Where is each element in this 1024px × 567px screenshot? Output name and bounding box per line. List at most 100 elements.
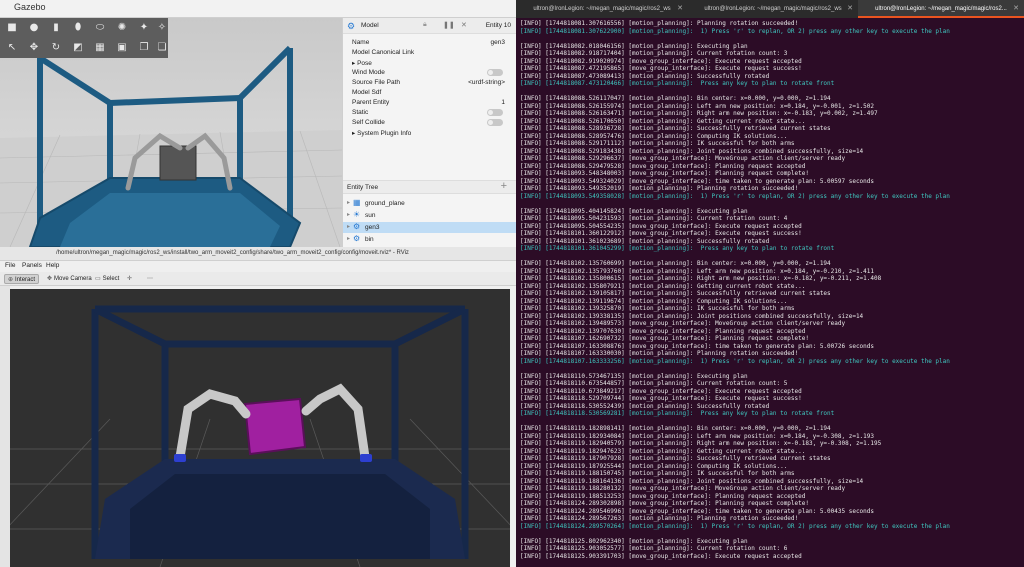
tool-move-camera[interactable]: ✥ Move Camera: [44, 274, 95, 284]
expand-arrow-icon[interactable]: ▸: [347, 211, 350, 218]
rviz-titlebar[interactable]: /home/ultron/megan_magic/magic/ros2_ws/i…: [0, 247, 516, 261]
inspector-row[interactable]: ▸ Pose: [343, 58, 516, 68]
model-icon: ⚙: [347, 21, 356, 31]
rviz-bin: [243, 397, 307, 456]
point-light-icon[interactable]: ✦: [138, 22, 150, 34]
screenshot-icon[interactable]: ▣: [116, 42, 128, 54]
gazebo-title: Gazebo: [14, 2, 46, 12]
toggle-switch[interactable]: [487, 109, 503, 116]
menu-file[interactable]: File: [5, 262, 15, 269]
terminal-tab-1[interactable]: ultron@IronLegion: ~/megan_magic/magic/r…: [516, 0, 688, 18]
inspector-row-value: gen3: [490, 39, 505, 46]
terminal-line: [INFO] [1744818093.549358028] [motion_pl…: [520, 192, 950, 200]
gazebo-titlebar[interactable]: Gazebo: [0, 0, 516, 18]
entity-tree-item[interactable]: ▸ ⚙ gen3: [343, 222, 516, 233]
desktop: Gazebo ■ ● ▮ ⬮ ⬭ ✺ ✦ ✧ ↖ ✥ ↻ ◩ ▦ ▣ ❐ ❏ ⚙…: [0, 0, 1024, 567]
inspector-row[interactable]: Parent Entity 1: [343, 98, 516, 108]
rviz-3d-view[interactable]: [10, 289, 510, 567]
tool-move-camera-label: Move Camera: [54, 276, 92, 282]
entity-tree-item[interactable]: ▸ ⚙ bin: [343, 234, 516, 245]
ellipsoid-shape-icon[interactable]: ⬭: [94, 22, 106, 34]
entity-icon: ▦: [353, 198, 361, 207]
inspector-row[interactable]: Self Collide: [343, 118, 516, 128]
gazebo-toolbar: ■ ● ▮ ⬮ ⬭ ✺ ✦ ✧ ↖ ✥ ↻ ◩ ▦ ▣ ❐ ❏: [0, 18, 168, 58]
select-arrow-icon[interactable]: ↖: [6, 42, 18, 54]
entity-icon: ☀: [353, 210, 361, 219]
rviz-window: /home/ultron/megan_magic/magic/ros2_ws/i…: [0, 247, 516, 567]
menu-panels[interactable]: Panels: [22, 262, 42, 269]
inspector-row-key: ▸ System Plugin Info: [352, 130, 412, 137]
tool-select[interactable]: ▭ Select: [92, 274, 122, 284]
entity-tree-item-label: sun: [365, 212, 376, 219]
close-icon[interactable]: ✕: [461, 21, 467, 29]
rotate-icon[interactable]: ↻: [50, 42, 62, 54]
terminal-tab-2[interactable]: ultron@IronLegion: ~/megan_magic/magic/r…: [688, 0, 858, 18]
toggle-switch[interactable]: [487, 119, 503, 126]
entity-tree-item[interactable]: ▸ ▦ ground_plane: [343, 198, 516, 209]
rviz-title: /home/ultron/megan_magic/magic/ros2_ws/i…: [56, 250, 409, 256]
entity-tree-item-label: gen3: [365, 224, 380, 231]
terminal-line: [INFO] [1744818087.473120466] [motion_pl…: [520, 80, 835, 87]
entity-icon: ⚙: [353, 222, 361, 231]
capsule-shape-icon[interactable]: ⬮: [72, 22, 84, 34]
component-inspector: ⚙ Model 🔒︎ ❚❚ ✕ Entity 10 Name gen3 Model …: [342, 18, 516, 247]
close-icon[interactable]: ✕: [847, 0, 853, 18]
cylinder-shape-icon[interactable]: ▮: [50, 22, 62, 34]
select-icon: ▭: [95, 276, 101, 282]
inspector-row-key: Model Canonical Link: [352, 49, 415, 56]
measure-icon: ⋯: [147, 276, 153, 282]
terminal-tab-bar: ultron@IronLegion: ~/megan_magic/magic/r…: [516, 0, 1024, 18]
inspector-row[interactable]: Model Sdf: [343, 88, 516, 98]
move-camera-icon: ✥: [47, 276, 53, 282]
expand-arrow-icon[interactable]: ▸: [347, 223, 350, 230]
inspector-row-key: Source File Path: [352, 79, 401, 86]
grid-icon[interactable]: ▦: [94, 42, 106, 54]
entity-tree-item[interactable]: ▸ ☀ sun: [343, 210, 516, 221]
inspector-row[interactable]: Wind Mode: [343, 68, 516, 78]
inspector-row[interactable]: Model Canonical Link: [343, 48, 516, 58]
terminal-output[interactable]: [INFO] [1744818081.307616556] [motion_pl…: [520, 20, 1020, 567]
inspector-row[interactable]: ▸ System Plugin Info: [343, 128, 516, 138]
sphere-shape-icon[interactable]: ●: [28, 22, 40, 34]
inspector-row-key: Wind Mode: [352, 69, 385, 76]
expand-arrow-icon[interactable]: ▸: [347, 199, 350, 206]
inspector-row[interactable]: Name gen3: [343, 38, 516, 48]
translate-icon[interactable]: ✥: [28, 42, 40, 54]
terminal-tab-2-label: ultron@IronLegion: ~/megan_magic/magic/r…: [704, 6, 842, 12]
entity-tree-item-label: ground_plane: [365, 200, 405, 207]
inspector-row-key: Name: [352, 39, 370, 46]
close-icon[interactable]: ✕: [1013, 0, 1019, 16]
lock-icon[interactable]: 🔒︎: [423, 21, 427, 29]
entity-icon: ⚙: [353, 234, 361, 243]
inspector-row[interactable]: Source File Path <urdf-string>: [343, 78, 516, 88]
entity-id: Entity 10: [485, 22, 511, 29]
inspector-row-key: Parent Entity: [352, 99, 390, 106]
entity-tree-item-label: bin: [365, 236, 374, 243]
inspector-row[interactable]: Static: [343, 108, 516, 118]
terminal-tab-3[interactable]: ultron@IronLegion: ~/megan_magic/magic/r…: [858, 0, 1024, 18]
paste-icon[interactable]: ❏: [156, 42, 168, 54]
entity-tree-label: Entity Tree: [347, 184, 379, 191]
view-angle-icon[interactable]: ◩: [72, 42, 84, 54]
terminal-window: ultron@IronLegion: ~/megan_magic/magic/r…: [516, 0, 1024, 567]
copy-icon[interactable]: ❐: [138, 42, 150, 54]
spot-light-icon[interactable]: ✧: [156, 22, 168, 34]
box-shape-icon[interactable]: ■: [6, 22, 18, 34]
tool-interact[interactable]: ⊕ Interact: [4, 274, 40, 284]
pause-icon[interactable]: ❚❚: [443, 21, 455, 29]
terminal-line: [INFO] [1744818107.163333256] [motion_pl…: [520, 357, 950, 365]
tool-measure[interactable]: ⋯: [144, 274, 158, 284]
gazebo-bin: [159, 145, 197, 181]
inspector-row-key: ▸ Pose: [352, 60, 372, 67]
expand-arrow-icon[interactable]: ▸: [347, 235, 350, 242]
menu-help[interactable]: Help: [46, 262, 59, 269]
terminal-line: [INFO] [1744818118.530569281] [motion_pl…: [520, 410, 835, 417]
rviz-side-panel-collapsed[interactable]: [0, 286, 10, 567]
tool-focus[interactable]: ✛: [124, 274, 137, 284]
close-icon[interactable]: ✕: [677, 0, 683, 18]
add-icon[interactable]: +: [501, 180, 507, 192]
toggle-switch[interactable]: [487, 69, 503, 76]
rviz-menubar: File Panels Help: [0, 261, 516, 272]
sun-light-icon[interactable]: ✺: [116, 22, 128, 34]
terminal-line: [INFO] [1744818101.361045299] [motion_pl…: [520, 245, 835, 252]
